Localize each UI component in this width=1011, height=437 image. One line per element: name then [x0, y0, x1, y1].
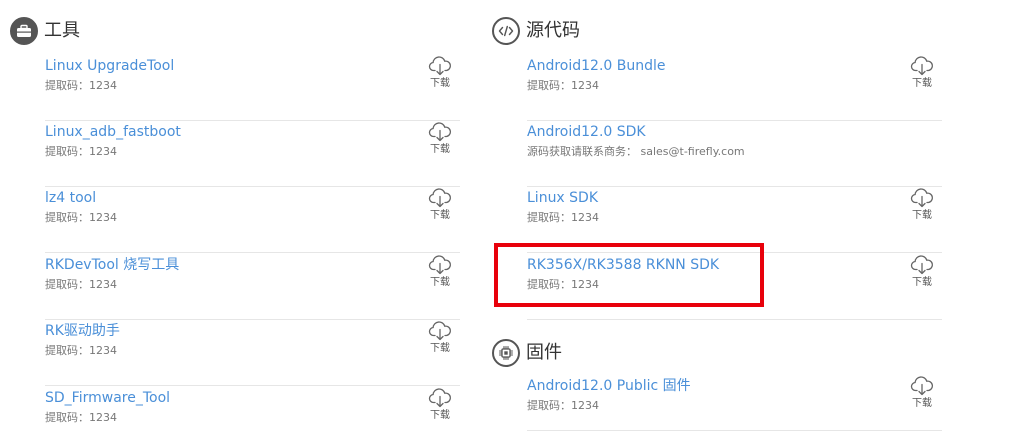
download-label: 下载	[430, 277, 450, 288]
source-item-android12-sdk: Android12.0 SDK 源码获取请联系商务： sales@t-firef…	[527, 121, 942, 187]
cloud-download-icon	[910, 376, 934, 396]
cloud-download-icon	[428, 321, 452, 341]
download-button[interactable]: 下载	[420, 187, 460, 227]
download-button[interactable]: 下载	[902, 55, 942, 95]
cloud-download-icon	[428, 188, 452, 208]
tools-section-title: 工具	[44, 20, 80, 41]
cloud-download-icon	[428, 388, 452, 408]
tool-extract-code: 提取码：1234	[45, 278, 117, 291]
tool-extract-code: 提取码：1234	[45, 211, 117, 224]
download-label: 下载	[912, 277, 932, 288]
download-button[interactable]: 下载	[902, 187, 942, 227]
download-label: 下载	[430, 210, 450, 221]
tool-title-linux-upgradetool[interactable]: Linux UpgradeTool	[45, 57, 174, 75]
cloud-download-icon	[428, 255, 452, 275]
download-label: 下载	[430, 78, 450, 89]
chip-icon	[492, 339, 520, 367]
tool-extract-code: 提取码：1234	[45, 145, 117, 158]
download-label: 下载	[912, 210, 932, 221]
cloud-download-icon	[910, 255, 934, 275]
download-button[interactable]: 下载	[902, 375, 942, 415]
tool-title-rkdevtool[interactable]: RKDevTool 烧写工具	[45, 256, 179, 274]
source-section-title: 源代码	[526, 20, 580, 41]
cloud-download-icon	[910, 188, 934, 208]
source-title-android12-bundle[interactable]: Android12.0 Bundle	[527, 57, 666, 75]
tool-item-linux-upgradetool: Linux UpgradeTool 提取码：1234 下载	[45, 55, 460, 121]
tools-section-header: 工具	[10, 17, 80, 45]
tool-title-linux-adb-fastboot[interactable]: Linux_adb_fastboot	[45, 123, 181, 141]
tool-item-lz4-tool: lz4 tool 提取码：1234 下载	[45, 187, 460, 253]
download-button[interactable]: 下载	[902, 254, 942, 294]
source-extract-code: 提取码：1234	[527, 79, 599, 92]
tool-extract-code: 提取码：1234	[45, 79, 117, 92]
code-icon	[492, 17, 520, 45]
source-contact-note: 源码获取请联系商务： sales@t-firefly.com	[527, 145, 745, 158]
firmware-item-android12-public: Android12.0 Public 固件 提取码：1234 下载	[527, 375, 942, 431]
firmware-section-header: 固件	[492, 339, 562, 367]
tool-extract-code: 提取码：1234	[45, 344, 117, 357]
source-title-linux-sdk[interactable]: Linux SDK	[527, 189, 598, 207]
cloud-download-icon	[428, 122, 452, 142]
tool-title-rk-driver-assistant[interactable]: RK驱动助手	[45, 322, 120, 340]
tool-item-sd-firmware-tool: SD_Firmware_Tool 提取码：1234 下载	[45, 387, 460, 437]
tool-item-rkdevtool: RKDevTool 烧写工具 提取码：1234 下载	[45, 254, 460, 320]
download-button[interactable]: 下载	[420, 387, 460, 427]
source-item-android12-bundle: Android12.0 Bundle 提取码：1234 下载	[527, 55, 942, 121]
tool-title-lz4-tool[interactable]: lz4 tool	[45, 189, 96, 207]
download-button[interactable]: 下载	[420, 254, 460, 294]
firmware-title-android12-public[interactable]: Android12.0 Public 固件	[527, 377, 691, 395]
tool-item-linux-adb-fastboot: Linux_adb_fastboot 提取码：1234 下载	[45, 121, 460, 187]
tool-title-sd-firmware-tool[interactable]: SD_Firmware_Tool	[45, 389, 170, 407]
toolbox-icon	[10, 17, 38, 45]
tool-item-rk-driver-assistant: RK驱动助手 提取码：1234 下载	[45, 320, 460, 386]
source-section-header: 源代码	[492, 17, 580, 45]
download-label: 下载	[430, 144, 450, 155]
download-button[interactable]: 下载	[420, 55, 460, 95]
firmware-section-title: 固件	[526, 342, 562, 363]
download-label: 下载	[912, 78, 932, 89]
cloud-download-icon	[428, 56, 452, 76]
cloud-download-icon	[910, 56, 934, 76]
download-button[interactable]: 下载	[420, 121, 460, 161]
download-button[interactable]: 下载	[420, 320, 460, 360]
download-label: 下载	[430, 343, 450, 354]
download-label: 下载	[912, 398, 932, 409]
highlight-box	[494, 243, 764, 307]
tool-extract-code: 提取码：1234	[45, 411, 117, 424]
source-title-android12-sdk[interactable]: Android12.0 SDK	[527, 123, 646, 141]
source-extract-code: 提取码：1234	[527, 211, 599, 224]
download-label: 下载	[430, 410, 450, 421]
firmware-extract-code: 提取码：1234	[527, 399, 599, 412]
